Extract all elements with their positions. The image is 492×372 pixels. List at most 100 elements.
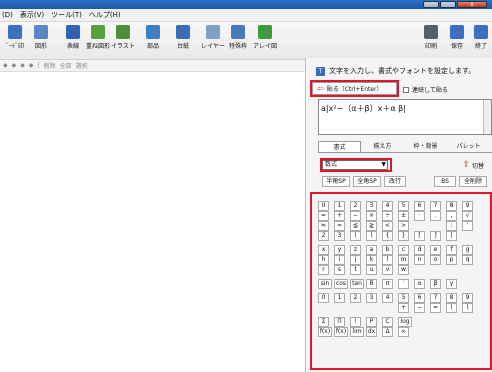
tab-alignment[interactable]: 揃え方 xyxy=(361,141,404,152)
palette-key[interactable]: ≦ xyxy=(350,221,361,231)
palette-key[interactable]: = xyxy=(430,303,441,313)
palette-key[interactable]: v xyxy=(382,265,393,275)
palette-key[interactable]: a xyxy=(366,245,377,255)
palette-key[interactable]: { xyxy=(382,231,393,241)
palette-key[interactable]: dx xyxy=(366,327,377,337)
palette-key[interactable]: log xyxy=(398,317,412,327)
palette-key[interactable]: ] xyxy=(430,231,441,241)
palette-key[interactable]: ) xyxy=(366,231,377,241)
palette-key[interactable]: 8 xyxy=(446,201,457,211)
palette-key[interactable]: β xyxy=(430,279,441,289)
format-select[interactable]: 数式 ▼ xyxy=(322,160,388,170)
palette-key[interactable]: 4 xyxy=(382,201,393,211)
palette-key[interactable]: < xyxy=(382,221,393,231)
palette-key[interactable]: 9 xyxy=(462,293,473,303)
toolbar-button-3[interactable]: 重ね図形 xyxy=(85,24,111,50)
palette-key[interactable]: ± xyxy=(398,211,409,221)
palette-key[interactable]: ≧ xyxy=(366,221,377,231)
palette-key[interactable]: − xyxy=(350,211,361,221)
palette-key[interactable]: ≈ xyxy=(334,221,345,231)
palette-key[interactable]: > xyxy=(398,221,409,231)
palette-key[interactable]: + xyxy=(334,211,345,221)
maximize-button[interactable] xyxy=(440,1,456,8)
toolbar-button-2[interactable]: 表線 xyxy=(60,24,86,50)
palette-key[interactable]: f(x) xyxy=(334,327,348,337)
delete-all-button[interactable]: 全削除 xyxy=(459,176,487,187)
palette-key[interactable]: y xyxy=(334,245,345,255)
palette-key[interactable]: k xyxy=(366,255,377,265)
palette-key[interactable]: q xyxy=(462,255,473,265)
menu-item-view[interactable]: 表示(V) xyxy=(20,10,44,20)
switch-button[interactable]: ⇧ 切替 xyxy=(462,160,484,170)
palette-key[interactable]: C xyxy=(382,317,393,327)
subbar-item-5[interactable]: 削除 xyxy=(44,61,56,70)
palette-key[interactable]: e xyxy=(430,245,441,255)
palette-key[interactable]: u xyxy=(366,265,377,275)
subbar-item-0[interactable]: ◆ xyxy=(3,62,8,69)
palette-key[interactable]: b xyxy=(382,245,393,255)
toolbar-button-9[interactable]: アレイ図 xyxy=(252,24,278,50)
tab-format[interactable]: 書式 xyxy=(318,141,361,152)
palette-key[interactable]: + xyxy=(398,303,409,313)
palette-key[interactable]: 4 xyxy=(382,293,393,303)
palette-key[interactable]: ( xyxy=(446,303,457,313)
menu-item-tools[interactable]: ツール(T) xyxy=(51,10,82,20)
palette-key[interactable]: α xyxy=(414,279,425,289)
toolbar-button-4[interactable]: イラスト xyxy=(110,24,136,50)
palette-key[interactable]: ( xyxy=(350,231,361,241)
palette-key[interactable]: s xyxy=(334,265,345,275)
palette-key[interactable]: cos xyxy=(334,279,348,289)
formula-scrollbar[interactable] xyxy=(483,100,491,134)
palette-key[interactable]: Σ xyxy=(318,317,329,327)
subbar-item-7[interactable]: 選択 xyxy=(76,61,88,70)
subbar-item-4[interactable]: | xyxy=(38,62,40,69)
palette-key[interactable]: lim xyxy=(350,327,364,337)
palette-key[interactable]: i xyxy=(334,255,345,265)
continuous-paste-option[interactable]: 連続して貼る xyxy=(403,85,448,94)
palette-key[interactable]: 3 xyxy=(366,201,377,211)
palette-key[interactable]: 5 xyxy=(398,201,409,211)
continuous-paste-checkbox[interactable] xyxy=(403,86,409,93)
palette-key[interactable]: ) xyxy=(462,303,473,313)
palette-key[interactable]: = xyxy=(318,211,329,221)
subbar-item-1[interactable]: ◆ xyxy=(12,62,17,69)
palette-key[interactable]: √ xyxy=(462,211,473,221)
palette-key[interactable]: ! xyxy=(350,317,361,327)
halfwidth-space-button[interactable]: 半角SP xyxy=(322,176,350,187)
palette-key[interactable]: | xyxy=(446,231,457,241)
palette-key[interactable]: 5 xyxy=(398,293,409,303)
palette-key[interactable]: : xyxy=(446,221,457,231)
tab-frame-background[interactable]: 枠・背景 xyxy=(404,141,447,152)
fullwidth-space-button[interactable]: 全角SP xyxy=(353,176,381,187)
palette-key[interactable]: c xyxy=(398,245,409,255)
palette-key[interactable]: r xyxy=(318,265,329,275)
palette-key[interactable]: 3 xyxy=(366,293,377,303)
menu-item-help[interactable]: ヘルプ(H) xyxy=(89,10,121,20)
palette-key[interactable]: . xyxy=(430,211,441,221)
palette-key[interactable]: p xyxy=(446,255,457,265)
palette-key[interactable]: × xyxy=(366,211,377,221)
palette-key[interactable]: 6 xyxy=(414,293,425,303)
palette-key[interactable]: ≒ xyxy=(318,221,329,231)
tab-palette[interactable]: パレット xyxy=(447,141,490,152)
newline-button[interactable]: 改行 xyxy=(384,176,406,187)
toolbar-button-5[interactable]: 部品 xyxy=(140,24,166,50)
palette-key[interactable]: [ xyxy=(414,231,425,241)
palette-key[interactable]: w xyxy=(398,265,409,275)
palette-key[interactable]: 1 xyxy=(334,293,345,303)
palette-key[interactable]: 8 xyxy=(446,293,457,303)
palette-key[interactable]: θ xyxy=(366,279,377,289)
palette-key[interactable]: 3乗 xyxy=(334,231,345,241)
palette-key[interactable]: o xyxy=(430,255,441,265)
palette-key[interactable]: g xyxy=(462,245,473,255)
palette-key[interactable]: − xyxy=(414,303,425,313)
toolbar-button-6[interactable]: 台紙 xyxy=(170,24,196,50)
palette-key[interactable]: sin xyxy=(318,279,332,289)
toolbar-right-button-2[interactable]: 終了 xyxy=(468,24,492,50)
toolbar-right-button-1[interactable]: 保存 xyxy=(444,24,470,50)
palette-key[interactable]: 2 xyxy=(350,201,361,211)
subbar-item-3[interactable]: ◆ xyxy=(29,62,34,69)
palette-key[interactable]: · xyxy=(414,211,425,221)
palette-key[interactable]: t xyxy=(350,265,361,275)
palette-key[interactable]: } xyxy=(398,231,409,241)
